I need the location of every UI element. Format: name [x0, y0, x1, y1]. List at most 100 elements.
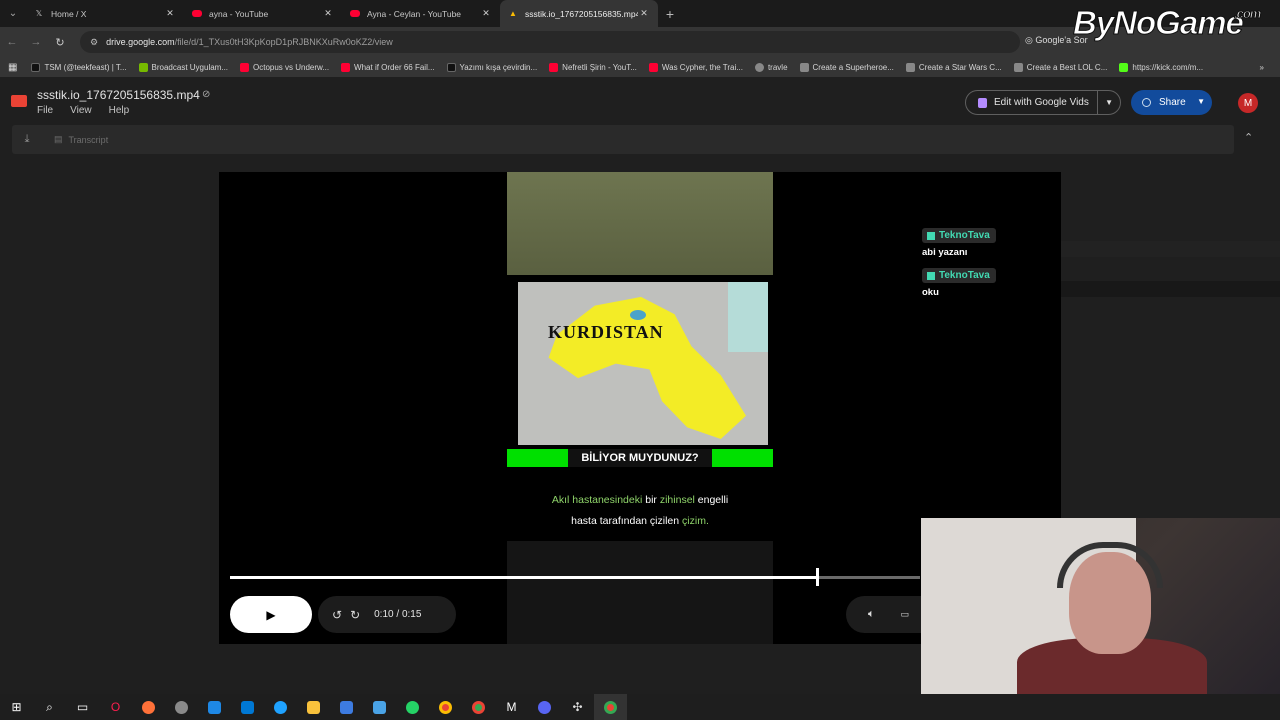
play-button[interactable]: ▶ — [230, 596, 312, 633]
bookmark-item[interactable]: Create a Star Wars C... — [900, 62, 1008, 72]
player-controls: ▶ ↺ ↻ 0:10 / 0:15 — [230, 596, 456, 633]
locked-file-icon[interactable]: ⊘ — [202, 89, 210, 100]
tab-search-icon[interactable]: ⌄ — [0, 0, 26, 27]
chat-message: abi yazanı — [922, 247, 968, 258]
tab-ayna-ceylan-youtube[interactable]: Ayna - Ceylan - YouTube ✕ — [342, 0, 500, 27]
search-icon[interactable]: ⌕ — [33, 694, 66, 720]
rewind-10-icon[interactable]: ↺ — [332, 608, 342, 622]
bookmark-item[interactable]: https://kick.com/m... — [1113, 62, 1209, 72]
map-title: KURDISTAN — [548, 322, 664, 342]
bookmark-icon — [31, 62, 41, 72]
x-logo-icon: 𝕏 — [35, 9, 43, 18]
seek-bar-fill — [230, 576, 817, 579]
avatar[interactable]: M — [1238, 93, 1258, 113]
menu-help[interactable]: Help — [109, 105, 130, 116]
opera-gx-icon[interactable]: O — [99, 694, 132, 720]
firefox-icon[interactable] — [132, 694, 165, 720]
seek-bar[interactable] — [230, 568, 920, 586]
drive-icon: ▲ — [509, 9, 517, 18]
bookmark-icon — [138, 62, 148, 72]
bookmark-icon — [648, 62, 658, 72]
app-icon[interactable] — [330, 694, 363, 720]
transcript-icon: ▤ — [54, 134, 63, 144]
bookmark-label: Broadcast Uygulam... — [151, 62, 229, 72]
forward-10-icon[interactable]: ↻ — [350, 608, 360, 622]
bookmark-item[interactable]: Was Cypher, the Trai... — [643, 62, 749, 72]
chat-username-label: TeknoTava — [939, 270, 990, 281]
chevron-up-icon[interactable]: ⌃ — [1244, 131, 1253, 144]
bookmark-item[interactable]: TSM (@teekfeast) | T... — [25, 62, 132, 72]
explorer-icon[interactable] — [363, 694, 396, 720]
bookmark-item[interactable]: What if Order 66 Fail... — [335, 62, 440, 72]
bookmark-icon — [341, 62, 351, 72]
back-icon[interactable]: ← — [0, 36, 24, 48]
chevron-down-icon[interactable]: ▼ — [1197, 97, 1205, 106]
current-time: 0:10 — [374, 609, 394, 620]
close-icon[interactable]: ✕ — [638, 8, 650, 19]
url-field[interactable]: ⚙ drive.google.com /file/d/1_TXus0tH3KpK… — [80, 31, 1020, 53]
seek-bar-handle[interactable] — [815, 568, 819, 586]
forward-icon[interactable]: → — [24, 36, 48, 48]
bookmark-item[interactable]: Broadcast Uygulam... — [133, 62, 234, 72]
close-icon[interactable]: ✕ — [164, 8, 176, 19]
tab-drive-video[interactable]: ▲ ssstik.io_1767205156835.mp4 - ✕ — [500, 0, 658, 27]
overlay-strip — [1061, 281, 1280, 297]
transcript-button[interactable]: ▤ Transcript — [54, 134, 108, 145]
bookmark-item[interactable]: Yazımı kışa çevirdin... — [441, 62, 544, 72]
close-icon[interactable]: ✕ — [322, 8, 334, 19]
url-host: drive.google.com — [106, 37, 175, 47]
chat-username-label: TeknoTava — [939, 230, 990, 241]
chrome-icon[interactable] — [594, 694, 627, 720]
site-info-icon[interactable]: ⚙ — [90, 37, 98, 48]
windows-taskbar: ⊞ ⌕ ▭ O M ✣ — [0, 694, 1280, 720]
more-bookmarks-icon[interactable]: » — [1254, 63, 1270, 72]
file-title: ssstik.io_1767205156835.mp4 — [37, 88, 200, 102]
bookmark-item[interactable]: travle — [749, 62, 794, 72]
tab-home-x[interactable]: 𝕏 Home / X ✕ — [26, 0, 184, 27]
task-view-icon[interactable]: ▭ — [66, 694, 99, 720]
chrome-icon[interactable] — [462, 694, 495, 720]
capcut-icon[interactable]: M — [495, 694, 528, 720]
reload-icon[interactable]: ↻ — [48, 36, 72, 49]
chat-overlay: TeknoTava abi yazanı TeknoTava oku — [922, 228, 996, 308]
bookmark-icon — [549, 62, 559, 72]
edge-icon[interactable] — [264, 694, 297, 720]
bookmark-icon — [754, 62, 764, 72]
menu-view[interactable]: View — [70, 105, 92, 116]
explorer-icon[interactable] — [297, 694, 330, 720]
store-icon[interactable] — [198, 694, 231, 720]
chrome-icon[interactable] — [429, 694, 462, 720]
chat-username: TeknoTava — [922, 268, 996, 283]
bookmark-item[interactable]: Octopus vs Underw... — [234, 62, 335, 72]
bookmark-item[interactable]: Nefretli Şirin - YouT... — [543, 62, 643, 72]
edit-with-vids-button[interactable]: Edit with Google Vids ▼ — [965, 90, 1121, 115]
bookmark-label: Create a Best LOL C... — [1026, 62, 1108, 72]
caption-highlight: Akıl hastanesindeki — [551, 494, 643, 506]
menu-file[interactable]: File — [37, 105, 53, 116]
chevron-down-icon[interactable]: ▼ — [1105, 98, 1113, 107]
chat-username: TeknoTava — [922, 228, 996, 243]
bookmark-item[interactable]: Create a Superheroe... — [794, 62, 900, 72]
close-icon[interactable]: ✕ — [480, 8, 492, 19]
app-icon[interactable]: ✣ — [561, 694, 594, 720]
bookmark-item[interactable]: Create a Best LOL C... — [1008, 62, 1114, 72]
apps-grid-icon[interactable]: ▦ — [0, 62, 25, 73]
tab-ayna-youtube[interactable]: ayna - YouTube ✕ — [184, 0, 342, 27]
bookmark-label: Was Cypher, the Trai... — [661, 62, 743, 72]
download-icon[interactable]: ⤓ — [12, 133, 42, 146]
volume-icon[interactable]: 🔈︎ — [868, 608, 875, 621]
bookmarks-bar: ▦ TSM (@teekfeast) | T... Broadcast Uygu… — [0, 57, 1280, 77]
new-tab-icon[interactable]: + — [658, 6, 682, 22]
whatsapp-icon[interactable] — [396, 694, 429, 720]
watermark-main: ByNoGame — [1073, 4, 1245, 42]
volume-controls: 🔈︎ ▭ — [846, 596, 922, 633]
bookmark-label: travle — [767, 62, 788, 72]
share-button[interactable]: Share ▼ — [1131, 90, 1212, 115]
tab-label: ssstik.io_1767205156835.mp4 - — [525, 8, 638, 19]
bookmark-label: TSM (@teekfeast) | T... — [44, 62, 127, 72]
app-icon[interactable] — [165, 694, 198, 720]
mail-icon[interactable] — [231, 694, 264, 720]
discord-icon[interactable] — [528, 694, 561, 720]
windows-start-icon[interactable]: ⊞ — [0, 694, 33, 720]
captions-icon[interactable]: ▭ — [901, 609, 910, 620]
